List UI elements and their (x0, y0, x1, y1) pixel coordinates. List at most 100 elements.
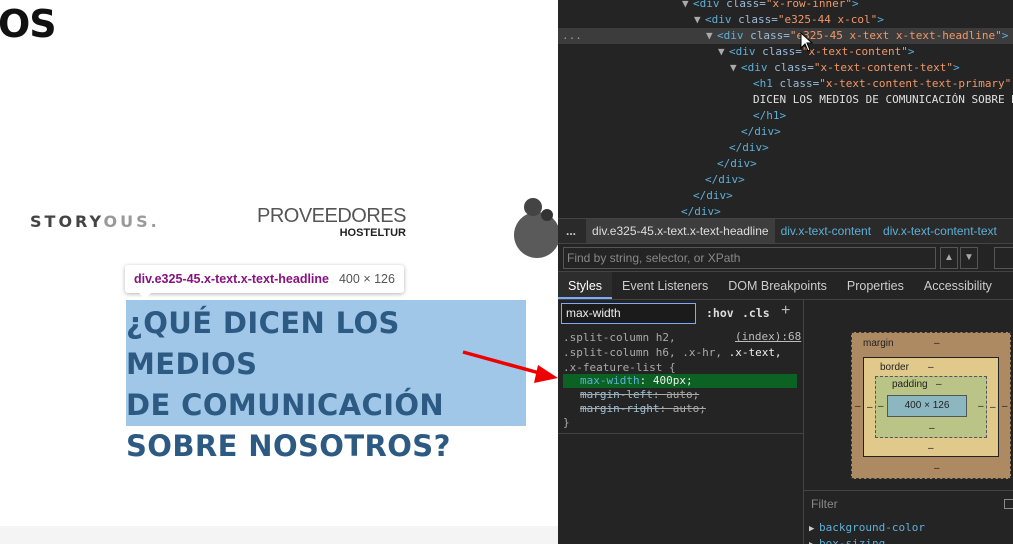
property-value[interactable]: auto (666, 388, 693, 401)
show-all-checkbox[interactable] (1004, 499, 1013, 509)
rule-source-link[interactable]: (index):68 (735, 330, 801, 343)
rule-selector[interactable]: .x-feature-list { (563, 360, 676, 375)
dom-node[interactable]: ▼ <div class="x-text-content"> (558, 44, 1013, 60)
styles-pane: max-width :hov .cls + .split-column h2, … (558, 300, 804, 544)
property-name[interactable]: margin-right (580, 402, 659, 415)
margin-top-value[interactable]: – (934, 338, 940, 349)
box-model-pane: margin – – – – border – – – – padding – … (804, 300, 1013, 544)
breadcrumb-more-icon[interactable]: ... (558, 224, 586, 238)
box-model-content[interactable]: 400 × 126 (887, 395, 967, 417)
tab-dom-breakpoints[interactable]: DOM Breakpoints (718, 272, 837, 299)
proveedores-hosteltur-logo[interactable]: PROVEEDORES HOSTELTUR (257, 206, 406, 239)
dom-class-value[interactable]: "x-text-content" (802, 45, 908, 58)
rule-selector[interactable]: .split-column h6, .x-hr, .x-text, (563, 345, 782, 360)
dom-node[interactable]: </div> (558, 188, 1013, 204)
dom-node[interactable]: ▼ <div class="e325-44 x-col"> (558, 12, 1013, 28)
dom-node[interactable]: </div> (558, 124, 1013, 140)
computed-filter-input[interactable]: Filter (804, 490, 1013, 516)
tab-event-listeners[interactable]: Event Listeners (612, 272, 718, 299)
page-heading-fragment: OS (0, 2, 57, 46)
box-model-padding[interactable]: padding – – – – 400 × 126 (875, 376, 987, 438)
css-property-margin-left[interactable]: margin-left: auto; (563, 388, 797, 402)
new-rule-icon[interactable]: + (781, 302, 790, 320)
find-bar: ▲ ▼ (558, 244, 1013, 272)
dom-node[interactable]: </div> (558, 156, 1013, 172)
screen: OS STORYOUS. PROVEEDORES HOSTELTUR div.e… (0, 0, 1013, 544)
property-value[interactable]: auto (673, 402, 700, 415)
logo-circle-medium (524, 198, 542, 216)
headline-line: DE COMUNICACIÓN (126, 388, 445, 422)
styles-filter-input[interactable]: max-width (561, 303, 696, 324)
breadcrumb-item[interactable]: div.x-text-content-text (877, 219, 1003, 243)
tab-properties[interactable]: Properties (837, 272, 914, 299)
partner-circles-logo[interactable] (508, 196, 558, 258)
dom-class-value[interactable]: "e325-44 x-col" (778, 13, 877, 26)
dom-node[interactable]: ▼ <div class="e325-45 x-text x-text-headl… (558, 28, 1013, 44)
expand-triangle-icon[interactable]: ▼ (718, 44, 729, 60)
headline[interactable]: ¿QUÉ DICEN LOS MEDIOS DE COMUNICACIÓN SO… (126, 303, 536, 467)
dom-node[interactable]: </div> (558, 204, 1013, 218)
breadcrumb-item[interactable]: div.x-text-content (775, 219, 877, 243)
property-value[interactable]: 400px (653, 374, 686, 387)
padding-top-value[interactable]: – (936, 379, 942, 390)
breadcrumb-item[interactable]: div.e325-45.x-text.x-text-headline (586, 219, 775, 243)
border-left-value[interactable]: – (867, 402, 873, 413)
margin-bottom-value[interactable]: – (934, 463, 940, 474)
margin-left-value[interactable]: – (855, 401, 861, 412)
dom-node[interactable]: </div> (558, 172, 1013, 188)
rule-selector[interactable]: .split-column h2, (563, 330, 676, 345)
tooltip-selector: div.e325-45.x-text.x-text-headline (134, 272, 329, 286)
find-prev-icon[interactable]: ▲ (940, 247, 958, 269)
find-cancel-button[interactable] (994, 247, 1013, 269)
property-name[interactable]: max-width (580, 374, 640, 387)
padding-bottom-value[interactable]: – (929, 423, 935, 434)
node-actions-icon[interactable]: ... (562, 28, 582, 44)
find-input[interactable] (563, 247, 936, 269)
page-bottom-strip (0, 526, 558, 544)
expand-triangle-icon[interactable]: ▼ (706, 28, 717, 44)
dom-tree[interactable]: ▼ <div class="x-row-inner"> ▼ <div class="e… (558, 0, 1013, 218)
dom-node[interactable]: </h1> (558, 108, 1013, 124)
storyous-logo[interactable]: STORYOUS. (30, 212, 160, 231)
dom-class-value[interactable]: "e325-45 x-text x-text-headline" (790, 29, 1002, 42)
dom-class-value[interactable]: "x-text-content-text-primary" (819, 77, 1011, 90)
dom-node[interactable]: ▼ <div class="x-text-content-text"> (558, 60, 1013, 76)
dom-node[interactable]: ▼ <div class="x-row-inner"> (558, 0, 1013, 12)
border-right-value[interactable]: – (990, 402, 996, 413)
property-name[interactable]: margin-left (580, 388, 653, 401)
dom-class-value[interactable]: "x-text-content-text" (814, 61, 953, 74)
margin-label: margin (863, 338, 894, 349)
expand-triangle-icon[interactable]: ▼ (682, 0, 693, 12)
expand-triangle-icon[interactable]: ▶ (809, 521, 819, 537)
tab-styles[interactable]: Styles (558, 272, 613, 299)
hov-toggle[interactable]: :hov (706, 306, 734, 320)
border-bottom-value[interactable]: – (928, 443, 934, 454)
expand-triangle-icon[interactable]: ▼ (694, 12, 705, 28)
box-model-border[interactable]: border – – – – padding – – – – 400 × 126 (863, 357, 999, 457)
padding-right-value[interactable]: – (978, 401, 984, 412)
border-top-value[interactable]: – (928, 362, 934, 373)
cls-toggle[interactable]: .cls (742, 306, 770, 320)
dom-text-node[interactable]: DICEN LOS MEDIOS DE COMUNICACIÓN SOBRE N (753, 93, 1013, 106)
sidebar-tabs: Styles Event Listeners DOM Breakpoints P… (558, 272, 1013, 300)
dom-node[interactable]: <h1 class="x-text-content-text-primary" (558, 76, 1013, 92)
tooltip-dimensions: 400 × 126 (338, 272, 395, 286)
find-next-icon[interactable]: ▼ (960, 247, 978, 269)
dom-node[interactable]: </div> (558, 140, 1013, 156)
expand-triangle-icon[interactable]: ▶ (809, 537, 819, 544)
computed-property[interactable]: ▶box-sizing (809, 536, 885, 544)
rule-selector-text: .split-column h6, .x-hr, (563, 346, 729, 359)
dom-node[interactable]: DICEN LOS MEDIOS DE COMUNICACIÓN SOBRE N (558, 92, 1013, 108)
dom-class-value[interactable]: "x-row-inner" (766, 0, 852, 10)
css-property-margin-right[interactable]: margin-right: auto; (563, 402, 797, 416)
border-label: border (880, 362, 909, 373)
box-model-margin[interactable]: margin – – – – border – – – – padding – … (851, 332, 1011, 479)
hosteltur-logo-text: HOSTELTUR (339, 227, 406, 239)
headline-line: SOBRE NOSOTROS? (126, 429, 451, 463)
margin-right-value[interactable]: – (1002, 401, 1008, 412)
padding-left-value[interactable]: – (878, 401, 884, 412)
tab-accessibility[interactable]: Accessibility (914, 272, 1002, 299)
expand-triangle-icon[interactable]: ▼ (730, 60, 741, 76)
computed-property[interactable]: ▶ background-color (809, 520, 925, 536)
css-property-max-width[interactable]: max-width: 400px; (563, 374, 797, 388)
